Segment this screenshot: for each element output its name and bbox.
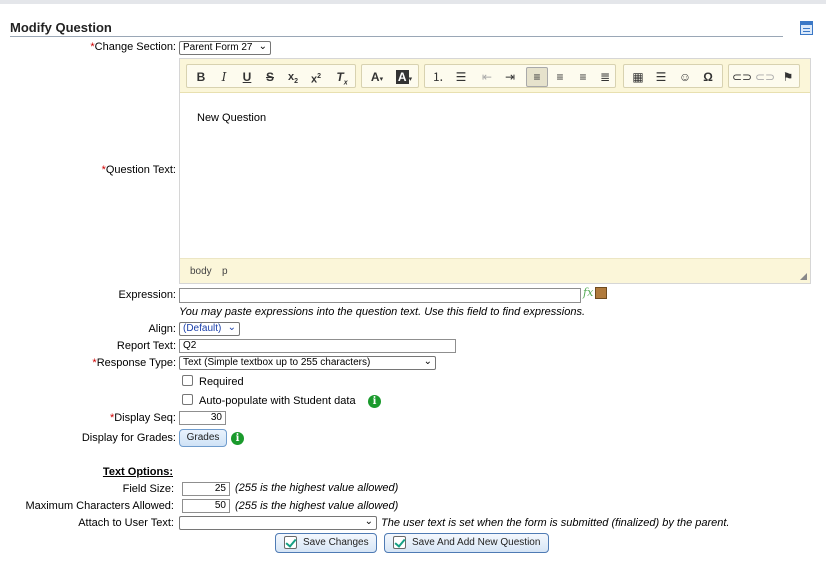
- change-section-label: *Change Section:: [90, 41, 176, 53]
- toolbar-group-colors: A▾ A ▾: [361, 64, 419, 88]
- align-left-icon[interactable]: ≡: [526, 67, 548, 87]
- package-icon[interactable]: [595, 287, 607, 299]
- calendar-icon[interactable]: [800, 21, 813, 35]
- chevron-down-icon: ⌄: [227, 322, 236, 333]
- report-text-label: Report Text:: [116, 340, 176, 352]
- toolbar-group-insert: ▦ ☰ ☺ Ω: [623, 64, 723, 88]
- expression-input[interactable]: [179, 288, 581, 303]
- max-chars-label: Maximum Characters Allowed:: [25, 500, 174, 512]
- unlink-icon[interactable]: ⊂⊃: [754, 67, 776, 87]
- top-bar: [0, 0, 826, 4]
- expression-label: Expression:: [118, 289, 176, 301]
- editor-status-bar: body p: [180, 258, 810, 283]
- background-color-icon[interactable]: A ▾: [391, 67, 417, 87]
- change-section-select[interactable]: Parent Form 27 ⌄: [179, 41, 271, 55]
- auto-populate-label: Auto-populate with Student data: [199, 395, 356, 407]
- toolbar-group-links: ⊂⊃ ⊂⊃ ⚑: [728, 64, 800, 88]
- text-options-heading: Text Options:: [102, 466, 173, 478]
- superscript-icon[interactable]: x2: [305, 67, 327, 87]
- info-icon[interactable]: i: [231, 432, 244, 445]
- outdent-icon[interactable]: ⇤: [476, 67, 498, 87]
- text-color-icon[interactable]: A▾: [364, 67, 390, 87]
- required-checkbox[interactable]: [182, 375, 193, 386]
- info-icon[interactable]: i: [368, 395, 381, 408]
- attach-user-text-label: Attach to User Text:: [78, 517, 174, 529]
- align-center-icon[interactable]: ≡: [549, 67, 571, 87]
- italic-icon[interactable]: I: [213, 67, 235, 87]
- numbered-list-icon[interactable]: ⒈: [427, 67, 449, 87]
- underline-icon[interactable]: U: [236, 67, 258, 87]
- display-seq-label: *Display Seq:: [109, 412, 176, 424]
- remove-format-icon[interactable]: Tx: [331, 67, 353, 87]
- attach-user-text-hint: The user text is set when the form is su…: [381, 517, 730, 529]
- justify-icon[interactable]: ≣: [594, 67, 616, 87]
- align-label: Align:: [148, 323, 176, 335]
- subscript-icon[interactable]: x2: [282, 67, 304, 87]
- expression-hint: You may paste expressions into the quest…: [179, 306, 586, 318]
- page-title: Modify Question: [10, 20, 112, 35]
- horizontal-line-icon[interactable]: ☰: [650, 67, 672, 87]
- field-size-hint: (255 is the highest value allowed): [235, 482, 399, 494]
- align-right-icon[interactable]: ≡: [572, 67, 594, 87]
- editor-content[interactable]: New Question: [180, 93, 810, 258]
- grades-button[interactable]: Grades: [179, 429, 227, 447]
- bulleted-list-icon[interactable]: ☰: [450, 67, 472, 87]
- toolbar-group-paragraph: ⒈ ☰ ⇤ ⇥ ≡ ≡ ≡ ≣: [424, 64, 616, 88]
- chevron-down-icon: ⌄: [423, 356, 432, 367]
- status-path-body[interactable]: body: [190, 266, 212, 277]
- fx-icon[interactable]: fx: [583, 286, 593, 299]
- save-changes-button[interactable]: Save Changes: [275, 533, 377, 553]
- display-grades-label: Display for Grades:: [81, 432, 176, 444]
- status-path-p[interactable]: p: [222, 266, 228, 277]
- smiley-icon[interactable]: ☺: [674, 67, 696, 87]
- link-icon[interactable]: ⊂⊃: [731, 67, 753, 87]
- save-and-add-button[interactable]: Save And Add New Question: [384, 533, 549, 553]
- auto-populate-checkbox[interactable]: [182, 394, 193, 405]
- checkmark-icon: [284, 536, 297, 549]
- chevron-down-icon: ⌄: [258, 41, 267, 52]
- align-select[interactable]: (Default) ⌄: [179, 322, 240, 336]
- special-char-icon[interactable]: Ω: [697, 67, 719, 87]
- attach-user-text-select[interactable]: ⌄: [179, 516, 377, 530]
- field-size-input[interactable]: 25: [182, 482, 230, 496]
- strikethrough-icon[interactable]: S: [259, 67, 281, 87]
- editor-toolbar: B I U S x2 x2 Tx A▾ A ▾ ⒈ ☰ ⇤ ⇥ ≡ ≡ ≡ ≣ ▦…: [180, 59, 810, 93]
- bold-icon[interactable]: B: [190, 67, 212, 87]
- table-icon[interactable]: ▦: [627, 67, 649, 87]
- title-divider: [10, 36, 783, 37]
- response-type-label: *Response Type:: [92, 357, 176, 369]
- chevron-down-icon: ⌄: [364, 516, 373, 527]
- resize-handle-icon[interactable]: [800, 273, 807, 280]
- save-and-add-label: Save And Add New Question: [412, 537, 541, 548]
- display-seq-input[interactable]: 30: [179, 411, 226, 425]
- question-text-label: *Question Text:: [101, 164, 176, 176]
- max-chars-input[interactable]: 50: [182, 499, 230, 513]
- toolbar-group-formatting: B I U S x2 x2 Tx: [186, 64, 356, 88]
- rich-text-editor[interactable]: B I U S x2 x2 Tx A▾ A ▾ ⒈ ☰ ⇤ ⇥ ≡ ≡ ≡ ≣ ▦…: [179, 58, 811, 284]
- checkmark-icon: [393, 536, 406, 549]
- required-label: Required: [199, 376, 244, 388]
- field-size-label: Field Size:: [122, 483, 174, 495]
- save-changes-label: Save Changes: [303, 537, 369, 548]
- anchor-icon[interactable]: ⚑: [777, 67, 799, 87]
- max-chars-hint: (255 is the highest value allowed): [235, 500, 399, 512]
- indent-icon[interactable]: ⇥: [499, 67, 521, 87]
- report-text-input[interactable]: Q2: [179, 339, 456, 353]
- response-type-select[interactable]: Text (Simple textbox up to 255 character…: [179, 356, 436, 370]
